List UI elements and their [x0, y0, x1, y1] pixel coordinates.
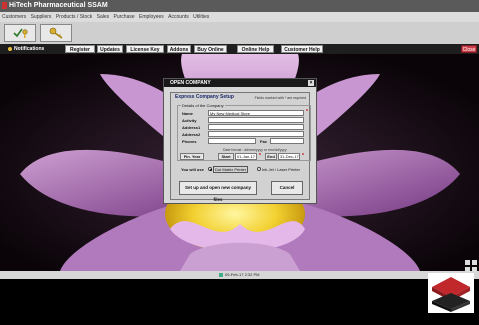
start-label: Start: [218, 153, 234, 160]
fin-year-label: Fin. Year: [180, 153, 204, 160]
notifications-label[interactable]: Notifications: [8, 44, 44, 54]
menu-suppliers[interactable]: Suppliers: [31, 14, 52, 20]
online-help-button[interactable]: Online Help: [237, 45, 274, 53]
addons-button[interactable]: Addons: [167, 45, 191, 53]
close-app-button[interactable]: Close: [461, 45, 477, 53]
printer-choice-label: You will use: [181, 167, 204, 172]
address1-field[interactable]: [208, 124, 304, 130]
menu-customers[interactable]: Customers: [2, 14, 26, 20]
company-details-group: Details of the Company Name My New Medic…: [177, 103, 311, 161]
express-setup-panel: Express Company Setup Fields marked with…: [170, 92, 311, 202]
window-title: HiTech Pharmaceutical SSAM: [9, 2, 108, 9]
dot-matrix-radio[interactable]: [208, 167, 212, 171]
start-date-field[interactable]: 01-Jan-17: [235, 153, 257, 160]
fax-label: Fax: [260, 139, 267, 144]
buy-online-button[interactable]: Buy Online: [194, 45, 227, 53]
menu-sales[interactable]: Sales: [97, 14, 110, 20]
date-format-hint: Date format : dd/mm/yyyy or mm/dd/yyyy: [223, 148, 287, 152]
menu-products-stock[interactable]: Products / Stock: [56, 14, 92, 20]
cancel-button[interactable]: Cancel: [271, 181, 303, 195]
toolbar: [0, 22, 479, 45]
title-bar: HiTech Pharmaceutical SSAM: [0, 0, 479, 12]
brand-logo: [428, 273, 474, 313]
menu-utilities[interactable]: Utilities: [193, 14, 209, 20]
app-icon: [2, 2, 7, 9]
license-key-button[interactable]: License Key: [126, 45, 164, 53]
navigation-bar: Notifications Register Updates License K…: [0, 44, 479, 54]
check-key-icon: [13, 28, 28, 38]
toolbar-button-key[interactable]: [40, 24, 72, 42]
updates-button[interactable]: Updates: [97, 45, 123, 53]
bell-icon: [8, 46, 12, 51]
bottom-area: [0, 260, 479, 325]
menu-accounts[interactable]: Accounts: [168, 14, 189, 20]
register-button[interactable]: Register: [65, 45, 95, 53]
panel-title: Express Company Setup: [175, 94, 234, 100]
required-star: *: [259, 153, 261, 159]
address2-field[interactable]: [208, 131, 304, 137]
open-company-dialog: OPEN COMPANY × Express Company Setup Fie…: [163, 78, 317, 204]
name-label: Name: [182, 111, 193, 116]
status-bar: 09-Feb-17 2:32 PM: [0, 271, 479, 279]
dialog-title: OPEN COMPANY ×: [164, 79, 316, 87]
stacked-layers-logo-icon: [432, 277, 470, 312]
end-date-field[interactable]: 31-Dec-17: [278, 153, 300, 160]
required-star: *: [306, 109, 308, 115]
inkjet-laser-radio[interactable]: [257, 167, 261, 171]
end-label: End: [265, 153, 277, 160]
menu-employees[interactable]: Employees: [139, 14, 164, 20]
calendar-icon: [219, 273, 223, 277]
grid-icon[interactable]: [464, 259, 478, 273]
setup-company-button[interactable]: Set up and open new company files: [179, 181, 257, 202]
menu-purchase[interactable]: Purchase: [114, 14, 135, 20]
dialog-close-icon[interactable]: ×: [308, 80, 314, 86]
address1-label: Address1: [182, 125, 201, 130]
name-field[interactable]: My New Medical Store: [208, 110, 304, 116]
inkjet-laser-option[interactable]: Ink Jet / Laser Printer: [262, 167, 300, 172]
status-datetime: 09-Feb-17 2:32 PM: [225, 272, 260, 277]
phones-field[interactable]: [208, 138, 256, 144]
dot-matrix-option[interactable]: Dot Matrix Printer: [213, 166, 249, 173]
customer-help-button[interactable]: Customer Help: [281, 45, 323, 53]
fax-field[interactable]: [270, 138, 304, 144]
menu-bar: Customers Suppliers Products / Stock Sal…: [0, 12, 479, 22]
toolbar-button-open-company[interactable]: [4, 24, 36, 42]
activity-label: Activity: [182, 118, 197, 123]
group-title: Details of the Company: [181, 103, 225, 108]
address2-label: Address2: [182, 132, 201, 137]
key-icon: [49, 27, 63, 39]
required-note: Fields marked with * are required: [254, 96, 306, 100]
activity-field[interactable]: [208, 117, 304, 123]
phones-label: Phones: [182, 139, 197, 144]
required-star: *: [302, 153, 304, 159]
